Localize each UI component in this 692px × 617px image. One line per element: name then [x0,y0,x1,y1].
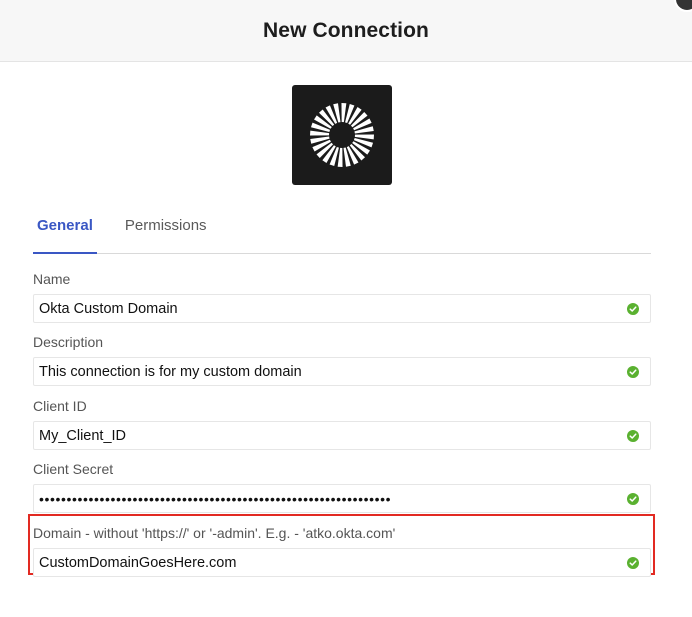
dialog-title: New Connection [263,18,429,42]
domain-label: Domain - without 'https://' or '-admin'.… [33,525,396,541]
check-circle-icon [627,429,639,442]
client-secret-field-group: Client Secret ••••••••••••••••••••••••••… [33,461,651,513]
client-id-value: My_Client_ID [39,427,127,444]
close-icon[interactable] [674,0,692,12]
description-input[interactable]: This connection is for my custom domain [33,357,651,386]
name-field-group: Name Okta Custom Domain [33,271,651,323]
client-secret-value: ••••••••••••••••••••••••••••••••••••••••… [39,490,392,507]
sunburst-ray [310,130,330,136]
domain-field-group: Domain - without 'https://' or '-admin'.… [33,525,651,577]
name-input[interactable]: Okta Custom Domain [33,294,651,323]
tab-bar: General Permissions [33,208,651,254]
tab-permissions[interactable]: Permissions [125,208,207,254]
name-label: Name [33,271,71,287]
tab-general[interactable]: General [33,208,97,254]
check-circle-icon [627,556,639,569]
description-label: Description [33,334,104,350]
domain-input[interactable]: CustomDomainGoesHere.com [33,548,651,577]
description-field-group: Description This connection is for my cu… [33,334,651,386]
client-id-label: Client ID [33,398,87,414]
client-secret-input[interactable]: ••••••••••••••••••••••••••••••••••••••••… [33,484,651,513]
client-id-input[interactable]: My_Client_ID [33,421,651,450]
check-circle-icon [627,492,639,505]
dialog-header: New Connection [0,0,692,62]
description-value: This connection is for my custom domain [39,363,302,380]
okta-logo-icon [292,85,392,185]
sunburst-ray [337,147,343,167]
client-id-field-group: Client ID My_Client_ID [33,398,651,450]
domain-value: CustomDomainGoesHere.com [39,554,237,571]
check-circle-icon [627,365,639,378]
sunburst-ray [341,103,347,123]
client-secret-label: Client Secret [33,461,114,477]
name-value: Okta Custom Domain [39,300,178,317]
sunburst-icon [310,103,374,167]
sunburst-ray [354,134,374,140]
check-circle-icon [627,302,639,315]
